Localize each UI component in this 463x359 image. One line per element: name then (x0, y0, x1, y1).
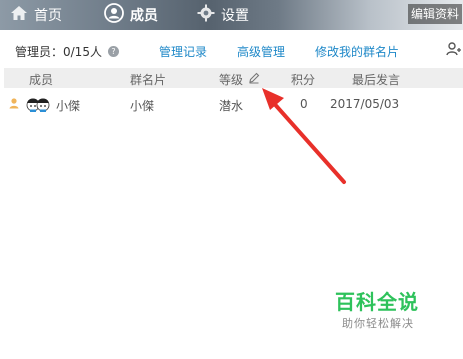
nav-home-label: 首页 (34, 8, 62, 24)
admin-count-label: 管理员：0/15人 (15, 45, 102, 59)
member-name[interactable]: 小傑 (56, 97, 80, 114)
watermark-subtitle: 助你轻松解决 (342, 317, 414, 330)
top-nav-bar: 首页 成员 设置 编辑资料 (0, 0, 463, 30)
add-member-icon[interactable] (446, 41, 462, 57)
column-header-level-label: 等级 (219, 73, 244, 87)
column-header-level[interactable]: 等级 (219, 71, 260, 88)
nav-members-label: 成员 (130, 8, 158, 24)
nav-tab-members[interactable]: 成员 (104, 0, 158, 30)
member-level: 潜水 (219, 99, 244, 113)
member-toolbar: 管理员：0/15人 ? 管理记录 高级管理 修改我的群名片 (0, 36, 463, 64)
column-header-points[interactable]: 积分 (291, 71, 315, 88)
nav-tab-settings[interactable]: 设置 (197, 0, 249, 30)
advanced-manage-link[interactable]: 高级管理 (237, 43, 285, 60)
watermark-logo: 百科全说 (335, 290, 419, 314)
nav-tab-home[interactable]: 首页 (10, 0, 62, 30)
column-header-card[interactable]: 群名片 (130, 71, 166, 88)
edit-my-card-link[interactable]: 修改我的群名片 (315, 43, 399, 60)
edit-profile-button[interactable]: 编辑资料 (408, 4, 463, 24)
member-table-header: 成员 群名片 等级 积分 最后发言 (4, 68, 463, 88)
table-row[interactable]: 小傑 小傑 潜水 0 2017/05/03 (4, 94, 463, 116)
owner-icon (8, 97, 20, 109)
home-icon (10, 5, 28, 25)
help-icon[interactable]: ? (107, 46, 119, 57)
avatar[interactable] (26, 94, 50, 114)
column-header-last-post[interactable]: 最后发言 (352, 71, 400, 88)
member-card: 小傑 (130, 99, 155, 113)
member-points: 0 (300, 97, 308, 111)
admin-count: 管理员：0/15人 ? (15, 43, 119, 60)
member-icon (104, 3, 124, 27)
column-header-member[interactable]: 成员 (29, 71, 53, 88)
pencil-icon[interactable] (248, 72, 260, 87)
gear-icon (197, 4, 215, 26)
nav-settings-label: 设置 (221, 8, 249, 24)
member-last-post: 2017/05/03 (330, 97, 400, 111)
manage-log-link[interactable]: 管理记录 (159, 43, 207, 60)
